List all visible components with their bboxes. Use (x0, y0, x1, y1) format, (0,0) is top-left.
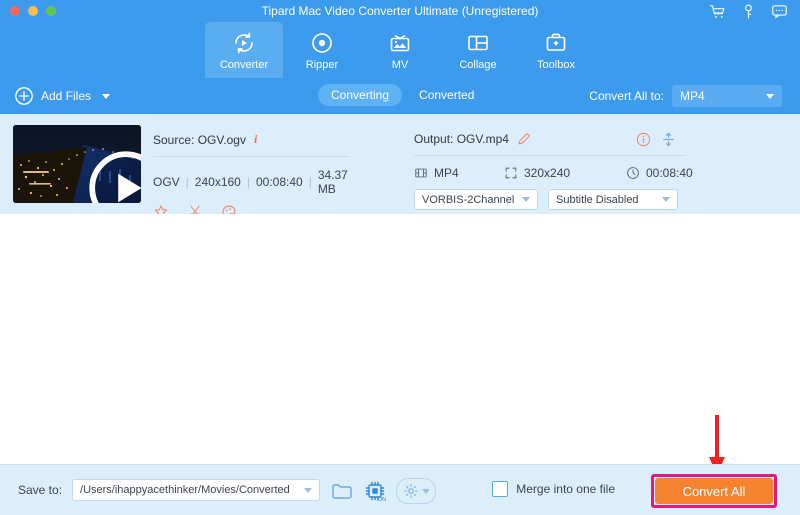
tab-converter[interactable]: Converter (205, 22, 283, 78)
window-title: Tipard Mac Video Converter Ultimate (Unr… (261, 4, 539, 18)
merge-into-one-file-checkbox[interactable]: Merge into one file (492, 481, 615, 497)
tab-ripper-label: Ripper (305, 58, 339, 71)
source-filename: Source: OGV.ogv (153, 132, 246, 147)
save-to-group: Save to: /Users/ihappyacethinker/Movies/… (18, 479, 321, 501)
folder-icon[interactable] (330, 479, 354, 503)
tab-converted[interactable]: Converted (406, 84, 487, 106)
tab-ripper[interactable]: Ripper (283, 22, 361, 78)
chevron-down-icon (662, 197, 670, 202)
file-list-empty-area (0, 214, 800, 465)
source-info-icon[interactable]: i (254, 132, 257, 147)
subtitle-value: Subtitle Disabled (556, 193, 639, 206)
output-actions (636, 132, 676, 147)
convert-all-to-select[interactable]: MP4 (672, 85, 782, 107)
edit-pencil-icon[interactable] (517, 132, 531, 146)
film-icon (414, 166, 428, 180)
title-bar-icons (709, 3, 788, 20)
meta-separator: | (246, 175, 250, 189)
source-metadata: OGV | 240x160 | 00:08:40 | 34.37 MB (153, 168, 363, 196)
tab-collage-label: Collage (459, 58, 497, 71)
chevron-down-icon (522, 197, 530, 202)
add-files-label: Add Files (41, 89, 92, 103)
file-list-item: Source: OGV.ogv i OGV | 240x160 | 00:08:… (0, 114, 800, 290)
source-title-row: Source: OGV.ogv i (153, 132, 363, 147)
title-bar: Tipard Mac Video Converter Ultimate (Unr… (0, 0, 800, 22)
output-format-group: MP4 (414, 166, 504, 180)
save-path-value: /Users/ihappyacethinker/Movies/Converted (80, 484, 290, 496)
cart-icon[interactable] (709, 3, 726, 20)
output-info-block: Output: OGV.mp4 MP4 320x240 00:08:40 VOR… (414, 132, 704, 210)
audio-track-value: VORBIS-2Channel (422, 193, 515, 206)
source-info-block: Source: OGV.ogv i OGV | 240x160 | 00:08:… (153, 132, 363, 220)
key-icon[interactable] (740, 3, 757, 20)
output-metadata: MP4 320x240 00:08:40 (414, 166, 704, 180)
chevron-down-icon (766, 93, 774, 99)
toolbox-icon (543, 30, 569, 56)
tab-toolbox[interactable]: Toolbox (517, 22, 595, 78)
checkbox-box[interactable] (492, 481, 509, 497)
clock-icon (626, 166, 640, 180)
output-resolution-group: 320x240 (504, 166, 626, 180)
convert-all-to-group: Convert All to: MP4 (589, 85, 782, 107)
output-resolution: 320x240 (524, 166, 571, 180)
bottom-bar: Save to: /Users/ihappyacethinker/Movies/… (0, 464, 800, 515)
output-duration-group: 00:08:40 (626, 166, 693, 180)
gpu-acceleration-icon[interactable]: ON (363, 479, 387, 503)
thumbnail-image (13, 125, 141, 203)
convert-all-to-value: MP4 (680, 89, 705, 103)
convert-all-button[interactable]: Convert All (655, 478, 773, 504)
tab-converting[interactable]: Converting (318, 84, 403, 106)
output-select-group: VORBIS-2Channel Subtitle Disabled (414, 189, 704, 210)
ripper-icon (309, 30, 335, 56)
chevron-down-icon[interactable] (102, 93, 111, 99)
source-filesize: 34.37 MB (317, 168, 348, 196)
audio-track-select[interactable]: VORBIS-2Channel (414, 189, 538, 210)
tab-mv[interactable]: MV (361, 22, 439, 78)
mv-icon (387, 30, 413, 56)
status-segmented-control: Converting Converted (318, 84, 487, 106)
meta-separator: | (185, 175, 189, 189)
output-format: MP4 (434, 166, 459, 180)
svg-text:ON: ON (378, 497, 386, 503)
output-divider (414, 155, 686, 156)
merge-label: Merge into one file (516, 482, 615, 496)
tab-collage[interactable]: Collage (439, 22, 517, 78)
output-title-row: Output: OGV.mp4 (414, 132, 704, 147)
save-to-label: Save to: (18, 483, 63, 497)
subtitle-select[interactable]: Subtitle Disabled (548, 189, 678, 210)
source-divider (153, 156, 349, 157)
plus-circle-icon (14, 86, 34, 106)
output-filename: Output: OGV.mp4 (414, 132, 509, 146)
convert-all-to-label: Convert All to: (589, 89, 664, 103)
bottom-bar-icons: ON (330, 478, 436, 504)
output-duration: 00:08:40 (646, 166, 693, 180)
source-resolution: 240x160 (194, 175, 241, 189)
merge-split-icon[interactable] (661, 132, 676, 147)
output-info-icon[interactable] (636, 132, 651, 147)
action-bar: Add Files Converting Converted Convert A… (0, 78, 800, 115)
resize-icon (504, 166, 518, 180)
source-format: OGV (153, 175, 180, 189)
tab-list: Converter Ripper MV Collage Toolbox (205, 22, 595, 78)
save-path-input[interactable]: /Users/ihappyacethinker/Movies/Converted (72, 479, 321, 501)
preferences-gear-icon[interactable] (396, 478, 436, 504)
tab-converter-label: Converter (219, 58, 269, 71)
converter-icon (231, 30, 257, 56)
chevron-down-icon[interactable] (304, 487, 313, 493)
add-files-button[interactable]: Add Files (14, 86, 111, 106)
tab-bar: Converter Ripper MV Collage Toolbox (0, 22, 800, 78)
tab-toolbox-label: Toolbox (537, 58, 575, 71)
video-thumbnail[interactable] (13, 125, 141, 203)
tab-mv-label: MV (391, 58, 409, 71)
meta-separator: | (308, 175, 312, 189)
source-duration: 00:08:40 (255, 175, 303, 189)
chevron-down-icon (421, 488, 430, 494)
convert-all-highlight: Convert All (651, 474, 777, 508)
app-window: Tipard Mac Video Converter Ultimate (Unr… (0, 0, 800, 515)
feedback-icon[interactable] (771, 3, 788, 20)
collage-icon (465, 30, 491, 56)
